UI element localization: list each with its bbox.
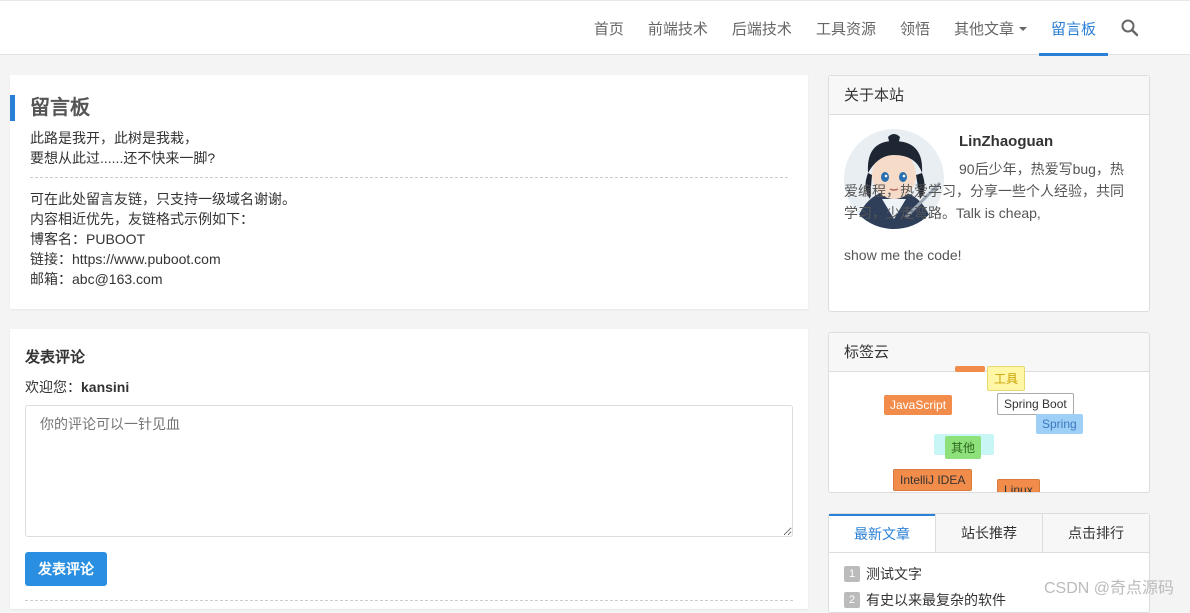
nav-item-insight[interactable]: 领悟 <box>888 1 942 56</box>
username: kansini <box>81 379 130 395</box>
tag-linux[interactable]: Linux <box>997 479 1040 492</box>
watermark-text: CSDN @奇点源码 <box>1043 580 1174 597</box>
nav-item-guestbook[interactable]: 留言板 <box>1038 1 1109 56</box>
tag-cloud-panel: 标签云 工具 JavaScript Spring Boot Spring 其他 … <box>828 332 1150 493</box>
tag-spring[interactable]: Spring <box>1036 414 1083 434</box>
guestbook-intro-card: 留言板 此路是我开，此树是我栽， 要想从此过......还不快来一脚? 可在此处… <box>10 75 808 309</box>
welcome-text: 欢迎您：kansini <box>25 379 130 395</box>
about-description: 90后少年，热爱写bug，热爱编程，热爱学习，分享一些个人经验，共同学习，少走弯… <box>844 161 1124 221</box>
rank-badge: 2 <box>844 592 860 608</box>
about-description-end: show me the code! <box>844 247 962 263</box>
caret-down-icon <box>1018 26 1027 31</box>
nav-item-tools[interactable]: 工具资源 <box>804 1 888 56</box>
tab-most-clicked[interactable]: 点击排行 <box>1042 514 1149 552</box>
submit-comment-button[interactable]: 发表评论 <box>25 552 107 586</box>
tab-latest-articles[interactable]: 最新文章 <box>829 514 935 552</box>
tag-javascript[interactable]: JavaScript <box>884 395 953 415</box>
intro-line: 邮箱：abc@163.com <box>30 271 163 287</box>
tag-spring-boot[interactable]: Spring Boot <box>997 393 1074 415</box>
nav-item-others-dropdown[interactable]: 其他文章 <box>942 1 1039 56</box>
panel-heading: 关于本站 <box>829 76 1149 115</box>
intro-line: 内容相近优先，友链格式示例如下： <box>30 211 254 227</box>
main-nav: 首页 前端技术 后端技术 工具资源 领悟 其他文章 留言板 <box>582 1 1138 56</box>
intro-line: 链接：https://www.puboot.com <box>30 251 221 267</box>
top-navbar: 首页 前端技术 后端技术 工具资源 领悟 其他文章 留言板 <box>0 0 1190 56</box>
about-panel: 关于本站 LinZhaoguan 90后少年，热爱写bug，热爱编程，热爱学习，… <box>828 75 1150 312</box>
nav-item-backend[interactable]: 后端技术 <box>720 1 804 56</box>
articles-tabbar: 最新文章 站长推荐 点击排行 <box>829 514 1149 553</box>
articles-panel: 最新文章 站长推荐 点击排行 1 测试文字 2 有史以来最复杂的软件 <box>828 513 1150 613</box>
article-list-item[interactable]: 1 测试文字 <box>844 564 922 584</box>
divider <box>25 600 793 601</box>
article-list-item[interactable]: 2 有史以来最复杂的软件 <box>844 590 1006 610</box>
intro-line: 可在此处留言友链，只支持一级域名谢谢。 <box>30 191 296 207</box>
comment-textarea[interactable] <box>25 405 793 537</box>
page-title: 留言板 <box>10 95 90 121</box>
rank-badge: 1 <box>844 566 860 582</box>
intro-line: 要想从此过......还不快来一脚? <box>30 150 216 166</box>
tab-recommended[interactable]: 站长推荐 <box>935 514 1042 552</box>
tag-intellij-idea[interactable]: IntelliJ IDEA <box>893 469 973 491</box>
comment-form-card: 发表评论 欢迎您：kansini 发表评论 <box>10 329 808 609</box>
author-name: LinZhaoguan <box>959 133 1054 150</box>
divider <box>30 177 788 178</box>
nav-item-frontend[interactable]: 前端技术 <box>636 1 720 56</box>
comment-form-title: 发表评论 <box>25 349 86 366</box>
intro-line: 博客名：PUBOOT <box>30 231 146 247</box>
tag-fragment <box>955 366 985 372</box>
intro-line: 此路是我开，此树是我栽， <box>30 130 198 146</box>
tag-other[interactable]: 其他 <box>945 436 982 459</box>
nav-item-home[interactable]: 首页 <box>582 1 636 56</box>
search-icon[interactable] <box>1120 18 1140 38</box>
tag-tools[interactable]: 工具 <box>987 366 1026 391</box>
